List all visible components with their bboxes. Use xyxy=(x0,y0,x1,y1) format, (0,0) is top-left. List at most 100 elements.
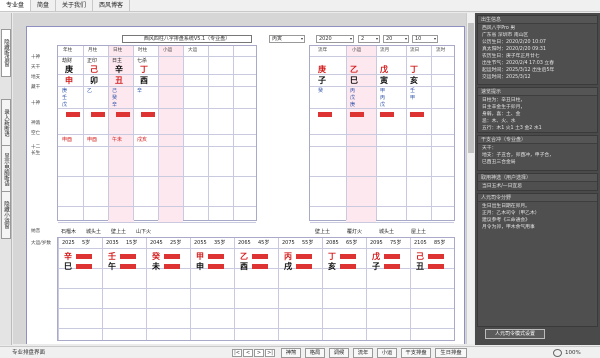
pillar-table: 年柱 月柱 日柱 时柱 小运 大运 劫财庚申庚壬戊申酉 正印己卯乙申酉 日主辛丑己癸辛午未 七杀丁… xyxy=(57,45,257,223)
dayun-age: 85岁 xyxy=(434,240,446,246)
side-tab-hide-xiaoyun[interactable]: 隐藏小运窗 xyxy=(1,191,11,239)
menu-item-simple[interactable]: 简盘 xyxy=(31,0,57,11)
ganzhi-paipan-button[interactable]: 干支排盘 xyxy=(401,348,431,358)
info-line: 月令为卯，甲木余气用事 xyxy=(482,225,535,230)
grid-line xyxy=(58,206,256,207)
info-line: 当日五术/一日宜忌 xyxy=(482,184,522,189)
day-select[interactable]: 20 xyxy=(383,35,409,43)
menu-item-pro[interactable]: 专业盘 xyxy=(0,0,32,11)
info-section-header: 出生信息 xyxy=(478,16,597,24)
info-section: 出生信息 西风八字Pro 男广东省 深圳市 南山区 公历生日：2020/2/20 1… xyxy=(477,15,598,85)
menu-bar: 专业盘 简盘 关于我们 西风博客 xyxy=(0,0,600,12)
grid-line xyxy=(310,206,454,207)
pillar-shishen: 日主 xyxy=(112,58,123,64)
shensha-tag xyxy=(252,264,268,269)
flow-zhi: 子 xyxy=(318,76,326,85)
pillar-kongwang: 戌亥 xyxy=(137,137,148,143)
dayun-zhi: 巳 xyxy=(64,262,72,271)
dayun-gan: 甲 xyxy=(196,252,204,261)
nav-prev-button[interactable]: < xyxy=(243,349,253,357)
grid-line xyxy=(310,86,454,87)
side-tab-new-note[interactable]: 录入新断语 xyxy=(1,99,11,147)
shensha-tag xyxy=(350,112,364,117)
side-tab-strip: 隐藏断语窗 录入新断语 显示电脑断语 隐藏小运窗 xyxy=(0,13,12,345)
grid-line xyxy=(58,86,256,87)
side-tab-label: 录入新断语 xyxy=(3,109,9,137)
pillar-canggan: 癸 xyxy=(112,95,118,101)
info-line: 公历生日：2020/2/20 10:07 xyxy=(482,40,546,45)
side-tab-computer-notes[interactable]: 显示电脑断语 xyxy=(1,145,11,193)
pillar-shishen: 劫财 xyxy=(62,58,73,64)
app-window: 专业盘 简盘 关于我们 西风博客 隐藏断语窗 录入新断语 显示电脑断语 隐藏小运… xyxy=(0,0,600,358)
shensha-tag xyxy=(120,254,136,259)
grid-line xyxy=(58,176,256,177)
grid-line xyxy=(208,46,209,220)
flow-zhi: 亥 xyxy=(410,76,418,85)
shensha-tag xyxy=(208,254,224,259)
vertical-scrollbar[interactable] xyxy=(466,13,474,344)
xiaoyun-button[interactable]: 小运 xyxy=(377,348,397,358)
liunian-button[interactable]: 流年 xyxy=(353,348,373,358)
shensha-button[interactable]: 神煞 xyxy=(281,348,301,358)
pillar-nayin: 石榴木 xyxy=(61,229,77,235)
dayun-year: 2075 xyxy=(282,240,295,246)
ganzhi-select[interactable]: 丙寅 xyxy=(269,35,305,43)
grid-line xyxy=(58,248,454,249)
nav-first-button[interactable]: |< xyxy=(232,349,242,357)
hour-select[interactable]: 10 xyxy=(412,35,438,43)
dayun-gan: 辛 xyxy=(64,252,72,261)
pillar-canggan: 庚 xyxy=(62,88,68,94)
row-label: 神煞 xyxy=(31,121,41,126)
tiaohou-button[interactable]: 调候 xyxy=(329,348,349,358)
grid-line xyxy=(133,46,134,220)
nav-next-button[interactable]: > xyxy=(254,349,264,357)
scrollbar-thumb[interactable] xyxy=(468,23,474,153)
shensha-tag xyxy=(428,264,444,269)
dayun-label: 大运/岁数 xyxy=(31,241,51,246)
grid-line xyxy=(322,238,323,340)
flow-gan: 庚 xyxy=(318,65,326,74)
pillar-nayin: 壁上土 xyxy=(111,229,127,235)
birthday-paipan-button[interactable]: 生日排盘 xyxy=(435,348,467,358)
info-section-header: 人元司令分野 xyxy=(478,194,597,202)
shensha-tag xyxy=(340,264,356,269)
zoom-icon[interactable] xyxy=(553,349,562,357)
info-line: 身弱，喜：土、金 xyxy=(482,112,521,117)
flow-zhi: 巳 xyxy=(350,76,358,85)
flow-zhi: 寅 xyxy=(380,76,388,85)
grid-line xyxy=(310,146,454,147)
info-line: 农历生日：庚子年正月廿七 xyxy=(482,54,540,59)
dayun-year: 2085 xyxy=(326,240,339,246)
grid-line xyxy=(58,56,256,57)
dayun-table: 2025 5岁辛巳 2035 15岁壬午 2045 25岁癸未 2055 35岁甲申 2065 4… xyxy=(57,237,455,341)
row-label: 空亡 xyxy=(31,131,41,136)
renyuan-settings-button[interactable]: 人元司令模式设置 xyxy=(485,329,545,339)
geju-button[interactable]: 格局 xyxy=(305,348,325,358)
flow-canggan: 甲 xyxy=(410,95,416,101)
status-bar: 专业排盘界面 |< < > >| 神煞 格局 调候 流年 小运 干支排盘 生日排… xyxy=(0,346,600,358)
flow-nayin: 覆灯火 xyxy=(347,229,363,235)
info-line: 地支：子丑合，卯酉冲，申子合， xyxy=(482,153,554,158)
row-label: 十神 xyxy=(31,55,41,60)
column-header: 月柱 xyxy=(88,48,98,53)
grid-line xyxy=(310,108,454,109)
shensha-tag xyxy=(340,254,356,259)
menu-item-about[interactable]: 关于我们 xyxy=(56,0,94,11)
menu-item-blog[interactable]: 西风博客 xyxy=(93,0,131,11)
shensha-tag xyxy=(76,264,92,269)
changsheng-label: 长生 xyxy=(31,151,41,156)
column-header: 流月 xyxy=(380,48,390,53)
grid-line xyxy=(58,108,256,109)
dayun-year: 2065 xyxy=(238,240,251,246)
nav-last-button[interactable]: >| xyxy=(265,349,275,357)
flow-table: 流年 小运 流月 流日 流时庚子癸乙巳丙戊庚戊寅甲丙戊丁亥壬甲 xyxy=(309,45,455,223)
grid-line xyxy=(234,238,235,340)
grid-line xyxy=(183,46,184,220)
year-select[interactable]: 2020 xyxy=(316,35,354,43)
changsheng-label: 十二 xyxy=(31,145,41,150)
pillar-zhi: 丑 xyxy=(115,76,123,85)
dayun-zhi: 丑 xyxy=(416,262,424,271)
side-tab-hide-notes[interactable]: 隐藏断语窗 xyxy=(1,29,11,77)
info-line: 真太阳时：2020/2/20 09:31 xyxy=(482,47,546,52)
month-select[interactable]: 2 xyxy=(358,35,380,43)
